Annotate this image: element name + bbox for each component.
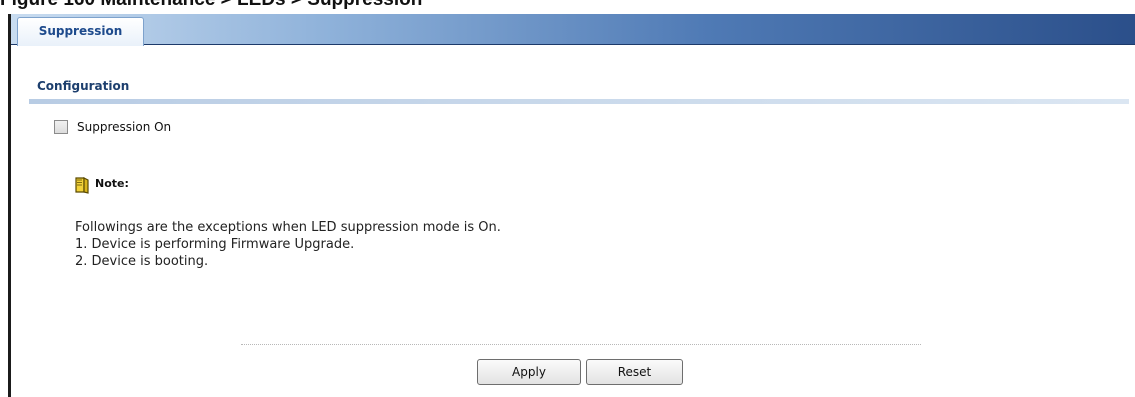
note-title: Note: [95,177,129,190]
apply-button[interactable]: Apply [477,359,581,385]
settings-panel: Suppression Configuration Suppression On… [8,14,1135,397]
tab-suppression[interactable]: Suppression [17,17,144,46]
note-line: 2. Device is booting. [75,254,209,269]
figure-caption: Figure 160 Maintenance > LEDs > Suppress… [0,0,422,11]
note-line: 1. Device is performing Firmware Upgrade… [75,237,355,252]
suppression-on-label: Suppression On [77,120,172,134]
note-line: Followings are the exceptions when LED s… [75,220,501,235]
section-title: Configuration [37,79,130,93]
footer-divider [241,344,921,345]
tab-bar: Suppression [11,14,1135,46]
reset-button[interactable]: Reset [586,359,683,385]
note-icon [75,177,89,194]
section-divider [29,99,1129,104]
suppression-on-checkbox[interactable] [54,120,68,134]
